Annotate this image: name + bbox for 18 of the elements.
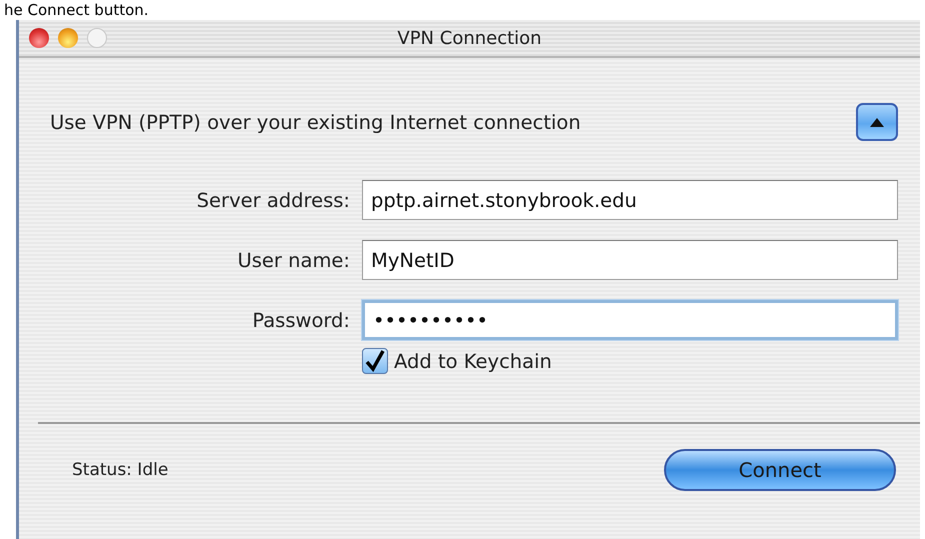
section-heading: Use VPN (PPTP) over your existing Internet connection xyxy=(50,110,581,134)
keychain-checkbox[interactable] xyxy=(362,348,388,374)
checkmark-icon xyxy=(365,350,385,372)
connect-button[interactable]: Connect xyxy=(664,449,896,491)
field-label: User name: xyxy=(237,248,350,272)
input-field[interactable]: pptp.airnet.stonybrook.edu xyxy=(362,180,898,220)
field-label: Password: xyxy=(252,308,350,332)
disclosure-button[interactable] xyxy=(856,103,898,141)
checkbox-label: Add to Keychain xyxy=(394,350,552,372)
status-text: Status: Idle xyxy=(72,460,168,480)
window-title: VPN Connection xyxy=(397,28,542,48)
close-icon[interactable] xyxy=(29,28,49,48)
input-field[interactable]: MyNetID xyxy=(362,240,898,280)
field-label: Server address: xyxy=(196,188,350,212)
caption-text: he Connect button. xyxy=(3,0,150,20)
up-triangle-icon xyxy=(870,118,884,126)
zoom-icon xyxy=(87,28,107,48)
input-field[interactable]: •••••••••• xyxy=(362,300,898,340)
